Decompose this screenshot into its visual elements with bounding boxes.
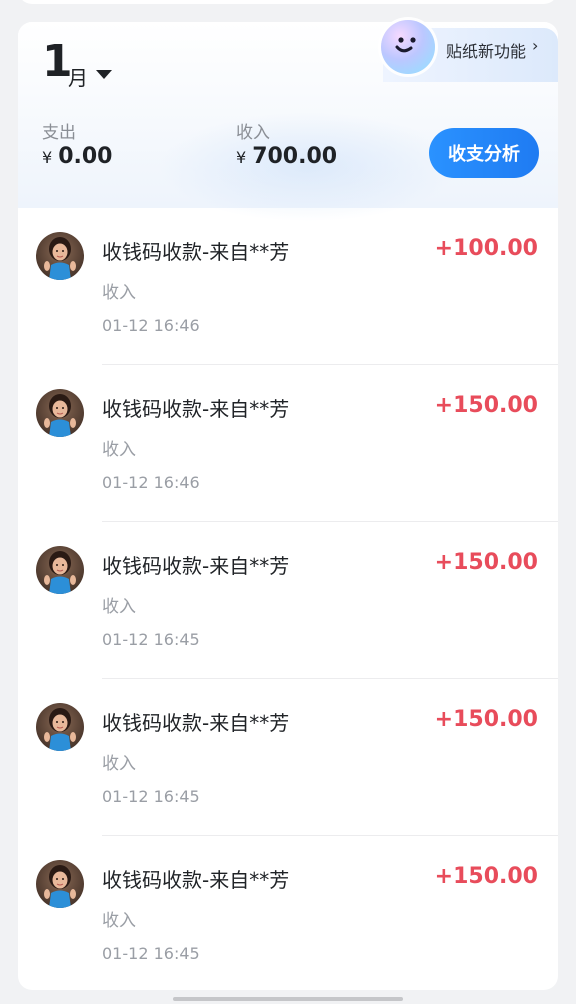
avatar (36, 232, 84, 280)
transaction-amount: +150.00 (434, 393, 538, 418)
avatar-image (36, 546, 84, 594)
transaction-amount: +150.00 (434, 707, 538, 732)
transaction-title: 收钱码收款-来自**芳 (102, 554, 290, 578)
mascot-sticker-icon[interactable] (381, 20, 435, 74)
transaction-row[interactable]: 收钱码收款-来自**芳 收入 01-12 16:45 +150.00 (18, 836, 558, 990)
avatar-image (36, 232, 84, 280)
transaction-type: 收入 (102, 754, 136, 774)
transaction-type: 收入 (102, 597, 136, 617)
income-label: 收入 (236, 123, 270, 143)
avatar-image (36, 389, 84, 437)
expense-currency: ¥ (42, 148, 53, 167)
transaction-time: 01-12 16:45 (102, 630, 200, 649)
transaction-title: 收钱码收款-来自**芳 (102, 711, 290, 735)
avatar-image (36, 703, 84, 751)
expense-amount: ¥0.00 (42, 144, 112, 169)
income-amount: ¥700.00 (236, 144, 337, 169)
transaction-title: 收钱码收款-来自**芳 (102, 868, 290, 892)
avatar (36, 389, 84, 437)
mascot-face (395, 37, 416, 53)
expense-value: 0.00 (58, 144, 113, 169)
transaction-title: 收钱码收款-来自**芳 (102, 397, 290, 421)
caret-down-icon[interactable] (96, 70, 112, 79)
home-indicator (173, 997, 403, 1001)
transaction-row[interactable]: 收钱码收款-来自**芳 收入 01-12 16:45 +150.00 (18, 679, 558, 836)
transaction-list: 收钱码收款-来自**芳 收入 01-12 16:46 +100.00 收钱码收款… (18, 208, 558, 990)
transaction-amount: +100.00 (434, 236, 538, 261)
chevron-right-icon[interactable]: › (532, 36, 538, 55)
transaction-type: 收入 (102, 283, 136, 303)
previous-card-edge (18, 0, 558, 4)
transaction-time: 01-12 16:46 (102, 473, 200, 492)
avatar-image (36, 860, 84, 908)
avatar (36, 703, 84, 751)
income-value: 700.00 (252, 144, 338, 169)
income-currency: ¥ (236, 148, 247, 167)
transaction-row[interactable]: 收钱码收款-来自**芳 收入 01-12 16:46 +150.00 (18, 365, 558, 522)
transaction-amount: +150.00 (434, 864, 538, 889)
avatar (36, 860, 84, 908)
transaction-amount: +150.00 (434, 550, 538, 575)
bill-month-card: 1 月 支出 ¥0.00 收入 ¥700.00 收支分析 收钱码收款-来自**芳… (18, 22, 558, 990)
transaction-time: 01-12 16:45 (102, 787, 200, 806)
transaction-row[interactable]: 收钱码收款-来自**芳 收入 01-12 16:46 +100.00 (18, 208, 558, 365)
transaction-row[interactable]: 收钱码收款-来自**芳 收入 01-12 16:45 +150.00 (18, 522, 558, 679)
expense-label: 支出 (42, 123, 76, 143)
transaction-type: 收入 (102, 911, 136, 931)
transaction-type: 收入 (102, 440, 136, 460)
transaction-time: 01-12 16:45 (102, 944, 200, 963)
analysis-button[interactable]: 收支分析 (429, 128, 539, 178)
transaction-time: 01-12 16:46 (102, 316, 200, 335)
promo-label[interactable]: 贴纸新功能 (446, 38, 526, 62)
transaction-title: 收钱码收款-来自**芳 (102, 240, 290, 264)
month-unit[interactable]: 月 (68, 62, 88, 91)
avatar (36, 546, 84, 594)
